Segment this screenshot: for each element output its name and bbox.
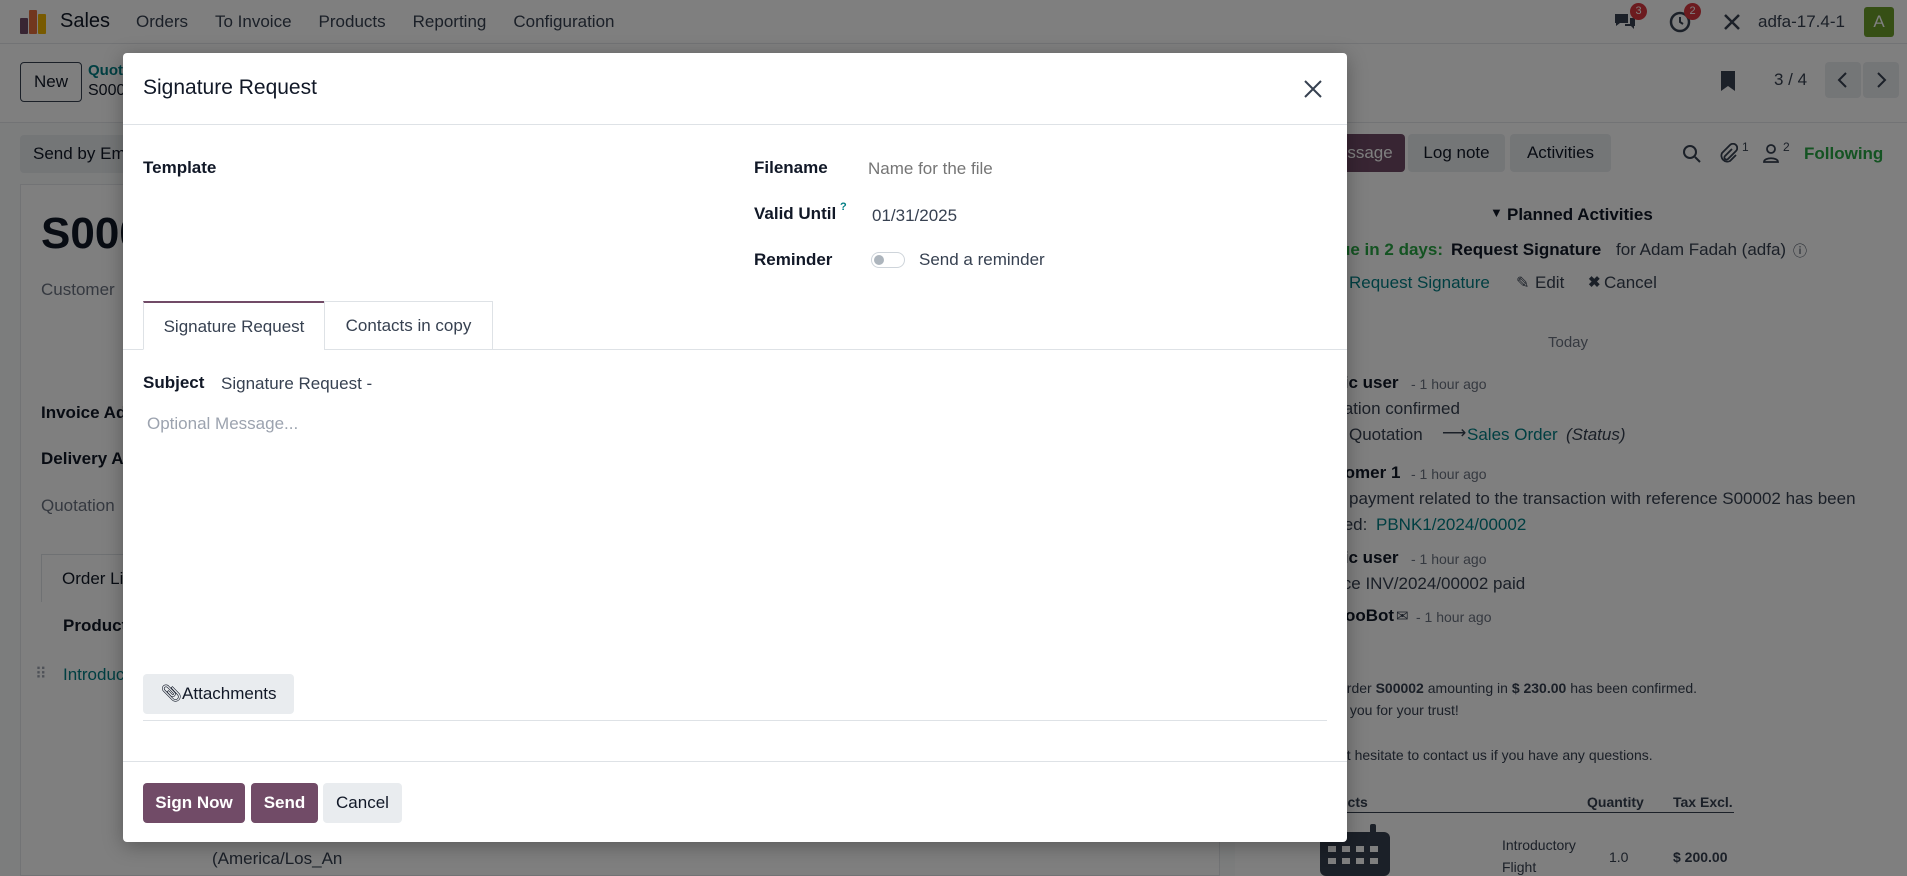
dialog-title: Signature Request <box>143 76 317 99</box>
dialog-header: Signature Request <box>123 53 1347 125</box>
help-tooltip-icon[interactable]: ? <box>840 201 847 213</box>
message-editor[interactable]: Optional Message... <box>143 403 1327 721</box>
signature-request-dialog: Signature Request Template Filename Vali… <box>123 53 1347 842</box>
template-label: Template <box>143 158 217 177</box>
filename-input[interactable] <box>868 155 1328 183</box>
dialog-footer-divider <box>123 761 1347 762</box>
toggle-knob <box>874 255 884 265</box>
tab-signature-request[interactable]: Signature Request <box>143 301 325 350</box>
sign-now-button[interactable]: Sign Now <box>143 783 245 823</box>
close-icon[interactable] <box>1299 75 1327 103</box>
message-placeholder: Optional Message... <box>147 414 299 433</box>
reminder-label: Reminder <box>754 250 833 269</box>
subject-label: Subject <box>143 373 205 392</box>
valid-until-input[interactable]: 01/31/2025 <box>872 206 957 226</box>
paperclip-icon: 📎︎ <box>160 684 183 703</box>
reminder-toggle[interactable] <box>871 252 905 268</box>
subject-input[interactable]: Signature Request - <box>221 374 372 394</box>
tab-contacts-in-copy[interactable]: Contacts in copy <box>324 301 493 350</box>
send-button[interactable]: Send <box>251 783 318 823</box>
attachments-label: Attachments <box>182 684 277 703</box>
reminder-text: Send a reminder <box>919 250 1045 269</box>
filename-label: Filename <box>754 158 828 177</box>
valid-until-label: Valid Until <box>754 204 837 223</box>
editor-divider <box>143 720 1327 721</box>
attachments-button[interactable]: 📎︎Attachments <box>143 674 294 714</box>
cancel-button[interactable]: Cancel <box>323 783 402 823</box>
